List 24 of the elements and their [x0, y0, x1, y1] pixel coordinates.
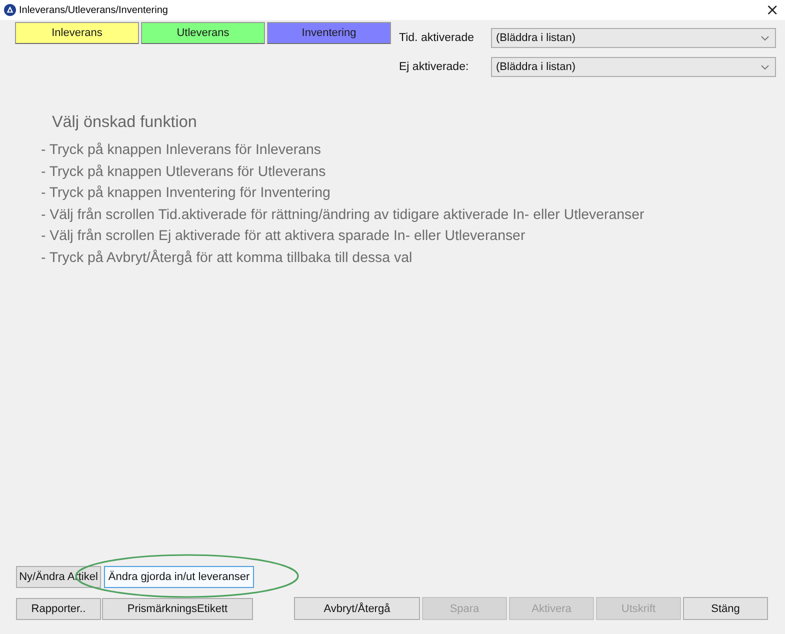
action-button[interactable]: Stäng	[683, 597, 768, 620]
instruction-line: - Välj från scrollen Tid.aktiverade för rättning/ändring av tidigare aktiverade In- eller Utleveranser	[41, 206, 644, 225]
mode-button[interactable]: Inventering	[267, 22, 391, 44]
instructions-heading: Välj önskad funktion	[52, 113, 197, 132]
filter-dropdown[interactable]: (Bläddra i listan)	[491, 28, 776, 48]
filter-label: Ej aktiverade:	[399, 61, 469, 73]
window-title: Inleverans/Utleverans/Inventering	[19, 4, 168, 16]
action-button[interactable]: Avbryt/Återgå	[294, 597, 420, 620]
chevron-down-icon	[761, 64, 769, 70]
mode-button[interactable]: Inleverans	[15, 22, 139, 44]
filter-dropdown[interactable]: (Bläddra i listan)	[491, 57, 776, 77]
tool-button[interactable]: Ändra gjorda in/ut leveranser	[104, 566, 254, 588]
instruction-line: - Tryck på Avbryt/Återgå för att komma tillbaka till dessa val	[41, 248, 412, 268]
filter-label: Tid. aktiverade	[399, 32, 474, 44]
close-button[interactable]: ×	[764, 2, 781, 18]
instruction-line: - Tryck på knappen Utleverans för Utleverans	[41, 162, 326, 182]
app-logo-icon	[4, 4, 16, 16]
instruction-line: - Tryck på knappen Inleverans för Inleverans	[41, 141, 321, 160]
instruction-line: - Tryck på knappen Inventering för Inventering	[41, 184, 330, 204]
chevron-down-icon	[761, 36, 769, 40]
instruction-line: - Välj från scrollen Ej aktiverade för att aktivera sparade In- eller Utleveranser	[41, 227, 526, 246]
tool-button[interactable]: Rapporter..	[16, 598, 101, 620]
mode-button[interactable]: Utleverans	[141, 22, 265, 44]
tool-button[interactable]: PrismärkningsEtikett	[102, 598, 253, 620]
